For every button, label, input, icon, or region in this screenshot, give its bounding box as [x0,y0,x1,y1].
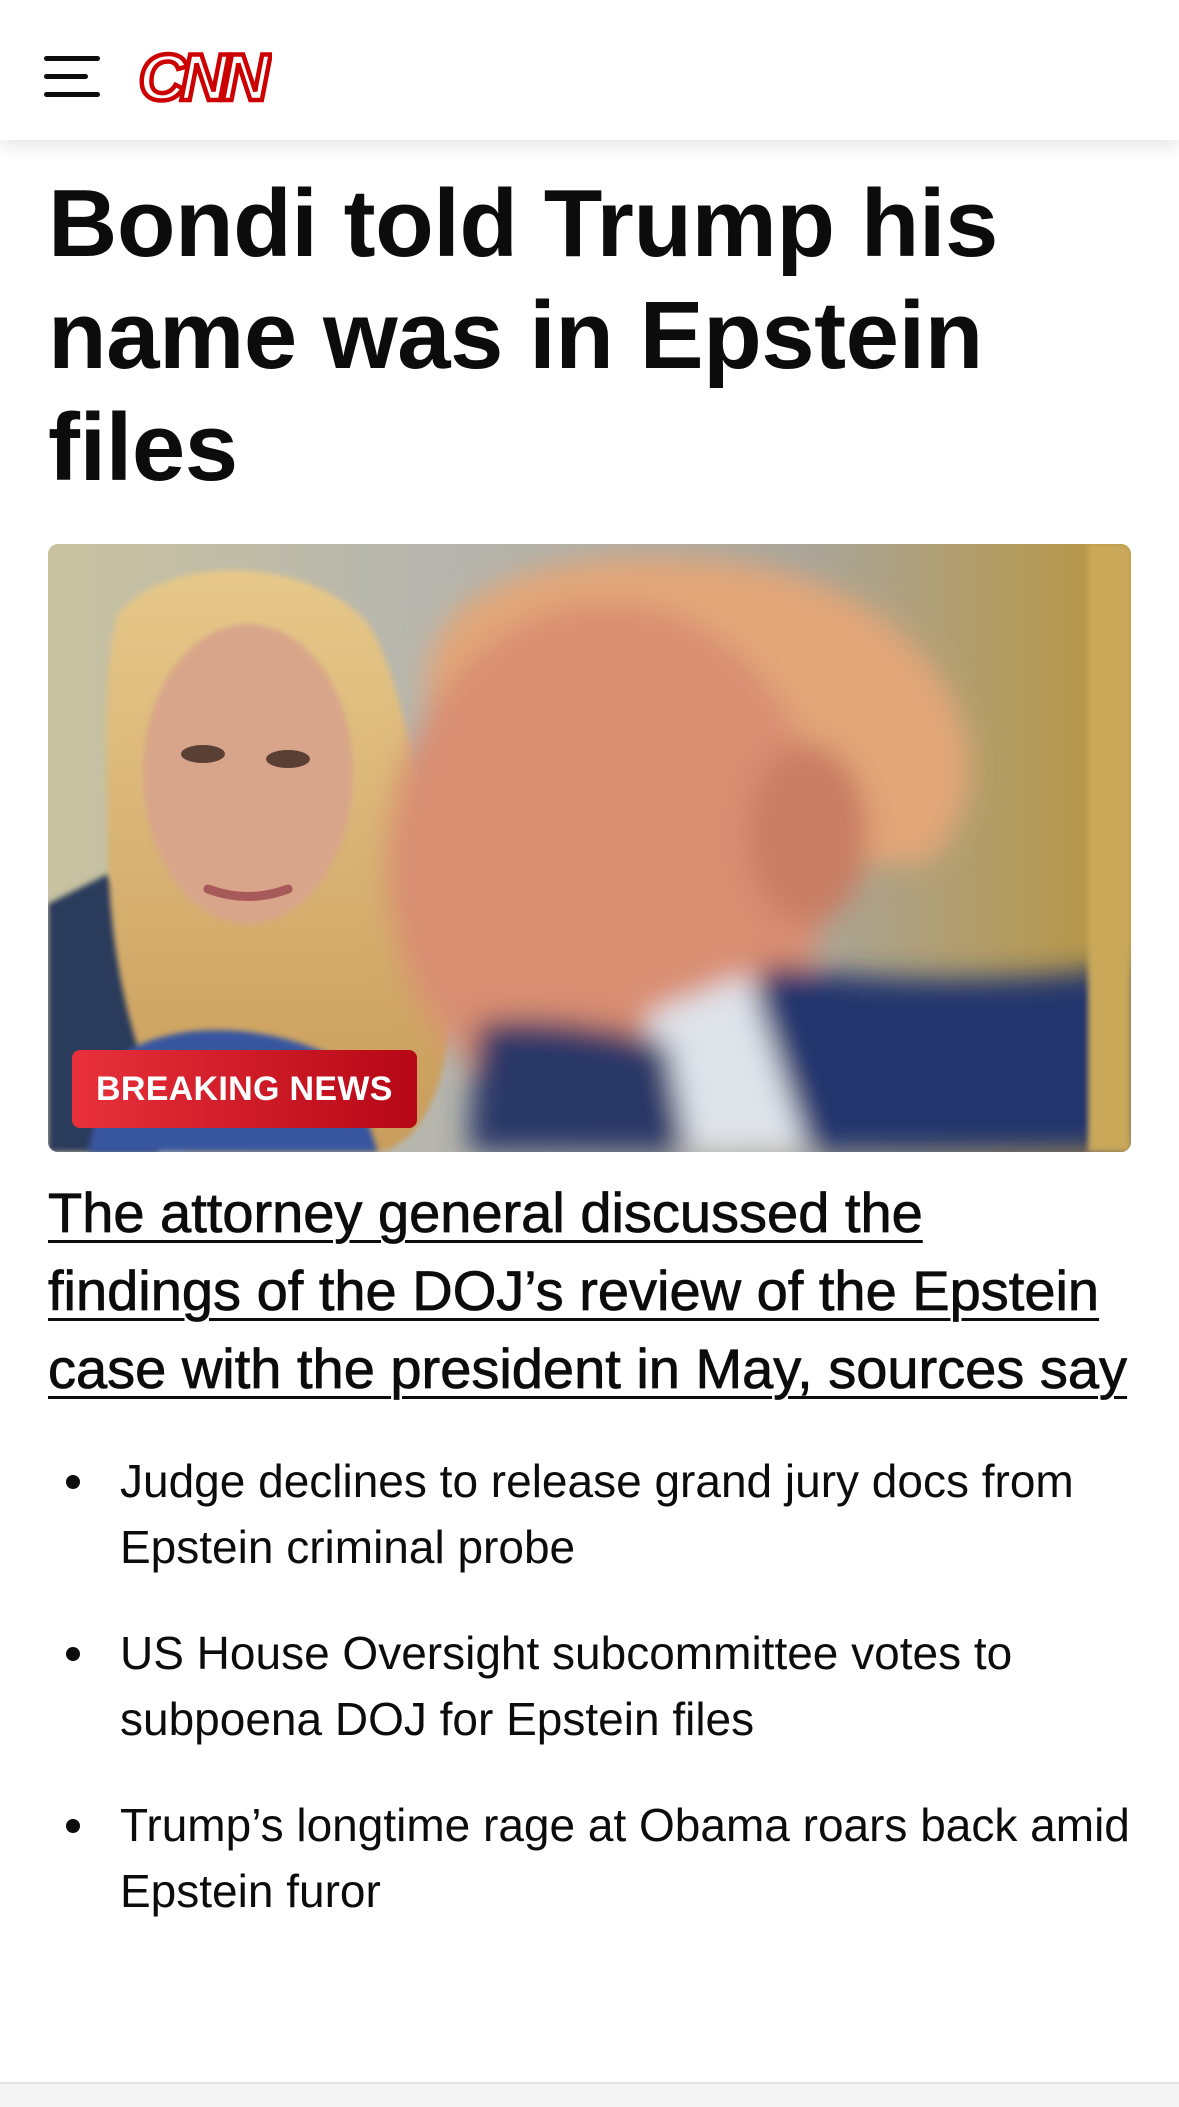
cnn-logo-icon: CNN [136,38,279,117]
bullet-icon [66,1819,80,1833]
related-story-text: Judge declines to release grand jury doc… [120,1455,1074,1573]
breaking-news-badge: BREAKING NEWS [72,1050,417,1128]
hamburger-menu-icon[interactable] [44,56,100,98]
article-content: Bondi told Trump his name was in Epstein… [48,140,1131,1964]
related-story-item[interactable]: US House Oversight subcommittee votes to… [48,1620,1131,1752]
related-story-text: US House Oversight subcommittee votes to… [120,1627,1013,1745]
article-subheadline-link[interactable]: The attorney general discussed the findi… [48,1174,1131,1408]
related-story-text: Trump’s longtime rage at Obama roars bac… [120,1799,1130,1917]
site-header: CNN [0,0,1179,140]
cnn-logo[interactable]: CNN [130,38,279,117]
cnn-logo-text: CNN [139,44,271,112]
article-headline[interactable]: Bondi told Trump his name was in Epstein… [48,168,1131,504]
menu-line [44,92,100,97]
bullet-icon [66,1475,80,1489]
section-divider [0,2082,1179,2107]
bullet-icon [66,1647,80,1661]
related-story-item[interactable]: Judge declines to release grand jury doc… [48,1448,1131,1580]
related-stories-list: Judge declines to release grand jury doc… [48,1448,1131,1924]
hero-image[interactable]: BREAKING NEWS [48,544,1131,1152]
related-story-item[interactable]: Trump’s longtime rage at Obama roars bac… [48,1792,1131,1924]
menu-line [44,74,88,79]
menu-line [44,56,100,61]
